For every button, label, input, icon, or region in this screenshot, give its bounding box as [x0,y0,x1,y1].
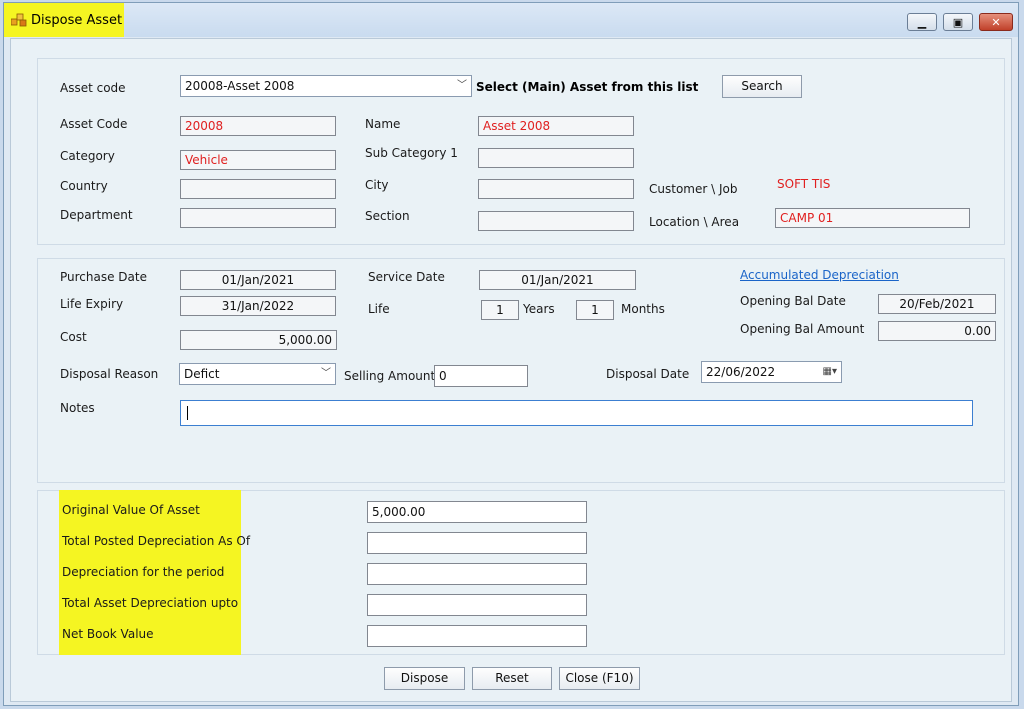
department-label: Department [60,208,133,222]
disposal-date-value: 22/06/2022 [706,365,776,379]
city-field [478,179,634,199]
service-date-label: Service Date [368,270,445,284]
text-caret [187,406,188,420]
search-button[interactable]: Search [722,75,802,98]
chevron-down-icon: ﹀ [321,368,331,379]
service-date-field: 01/Jan/2021 [479,270,636,290]
disposal-summary-panel: Original Value Of Asset 5,000.00 Total P… [37,490,1005,655]
life-expiry-field: 31/Jan/2022 [180,296,336,316]
maximize-icon: ▣ [952,15,964,29]
window-title: Dispose Asset [31,13,123,28]
form-client-area: Asset code 20008-Asset 2008 ﹀ Select (Ma… [10,38,1012,702]
country-field [180,179,336,199]
customer-job-value: SOFT TIS [777,177,831,191]
original-value-label: Original Value Of Asset [62,503,200,517]
asset-code-field: 20008 [180,116,336,136]
sub-category-field [478,148,634,168]
dispose-asset-window: Dispose Asset ▁ ▣ ✕ Asset code 20008-Ass… [3,2,1019,706]
city-label: City [365,178,389,192]
country-label: Country [60,179,108,193]
name-label: Name [365,117,401,131]
total-posted-dep-label: Total Posted Depreciation As Of [62,534,251,548]
notes-label: Notes [60,401,95,415]
section-label: Section [365,209,410,223]
close-button[interactable]: Close (F10) [559,667,640,690]
selling-amount-label: Selling Amount [344,369,436,383]
opening-bal-date-field: 20/Feb/2021 [878,294,996,314]
net-book-value-label: Net Book Value [62,627,154,641]
title-bar: Dispose Asset ▁ ▣ ✕ [4,3,1018,37]
category-field: Vehicle [180,150,336,170]
chevron-down-icon: ﹀ [457,80,467,91]
life-label: Life [368,302,390,316]
customer-job-label: Customer \ Job [649,182,738,196]
app-icon [11,13,27,27]
asset-info-panel: Asset code 20008-Asset 2008 ﹀ Select (Ma… [37,58,1005,245]
minimize-icon: ▁ [917,15,927,29]
net-book-value-field [367,625,587,647]
life-months-field: 1 [576,300,614,320]
selling-amount-input[interactable]: 0 [434,365,528,387]
close-window-button[interactable]: ✕ [979,13,1013,31]
notes-input[interactable] [180,400,973,426]
dep-for-period-label: Depreciation for the period [62,565,225,579]
disposal-reason-label: Disposal Reason [60,367,159,381]
original-value-field: 5,000.00 [367,501,587,523]
asset-code-select-value: 20008-Asset 2008 [185,79,295,93]
reset-button[interactable]: Reset [472,667,552,690]
asset-code-label: Asset Code [60,117,128,131]
total-posted-dep-field [367,532,587,554]
purchase-date-field: 01/Jan/2021 [180,270,336,290]
dep-for-period-field [367,563,587,585]
months-label: Months [621,302,665,316]
opening-bal-amount-label: Opening Bal Amount [740,322,865,336]
life-years-field: 1 [481,300,519,320]
total-asset-dep-field [367,594,587,616]
section-field [478,211,634,231]
years-label: Years [523,302,555,316]
opening-bal-date-label: Opening Bal Date [740,294,846,308]
disposal-date-label: Disposal Date [606,367,690,381]
disposal-reason-value: Defict [184,367,220,381]
cost-field: 5,000.00 [180,330,337,350]
location-area-label: Location \ Area [649,215,740,229]
asset-code-select-label: Asset code [60,81,126,95]
close-icon: ✕ [991,15,1001,29]
purchase-date-label: Purchase Date [60,270,147,284]
cost-label: Cost [60,330,87,344]
opening-bal-amount-field: 0.00 [878,321,996,341]
asset-code-select[interactable]: 20008-Asset 2008 ﹀ [180,75,472,97]
sub-category-label: Sub Category 1 [365,146,458,160]
select-asset-hint: Select (Main) Asset from this list [476,80,699,94]
accumulated-depreciation-link[interactable]: Accumulated Depreciation [740,268,899,282]
total-asset-dep-label: Total Asset Depreciation upto [62,596,239,610]
disposal-date-picker[interactable]: 22/06/2022 ▦▾ [701,361,842,383]
disposal-reason-select[interactable]: Defict ﹀ [179,363,336,385]
life-expiry-label: Life Expiry [60,297,124,311]
category-label: Category [60,149,115,163]
asset-details-panel: Purchase Date 01/Jan/2021 Service Date 0… [37,258,1005,483]
department-field [180,208,336,228]
maximize-button[interactable]: ▣ [943,13,973,31]
dispose-button[interactable]: Dispose [384,667,465,690]
minimize-button[interactable]: ▁ [907,13,937,31]
name-field: Asset 2008 [478,116,634,136]
location-area-field: CAMP 01 [775,208,970,228]
calendar-icon[interactable]: ▦▾ [823,362,837,382]
